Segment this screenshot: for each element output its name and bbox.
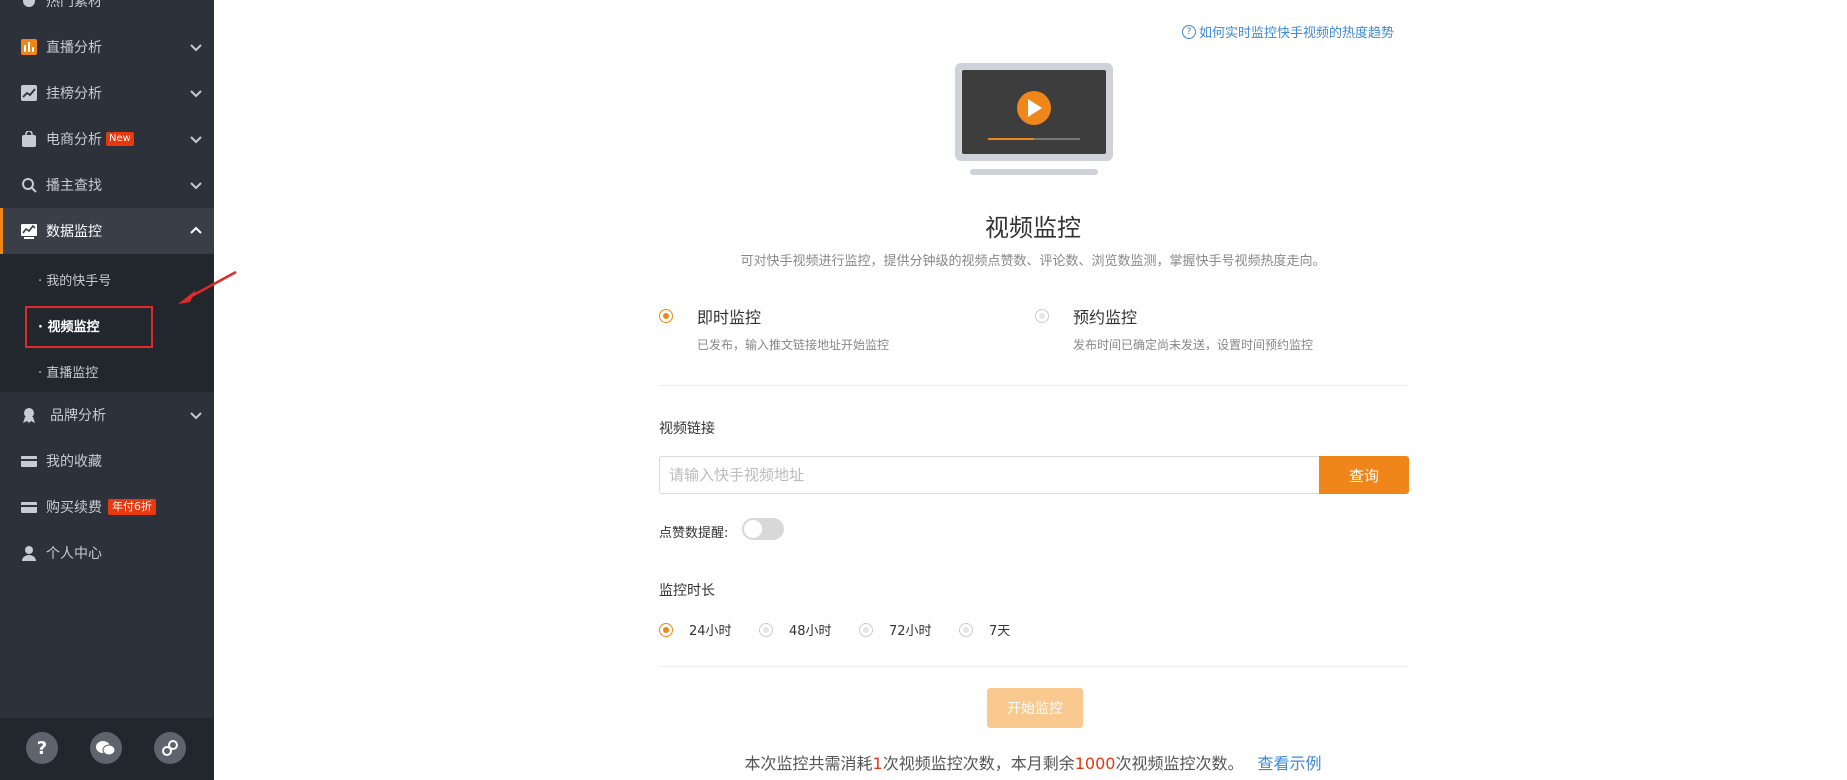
chevron-down-icon [190,44,202,52]
submenu-item-my-kuaishou[interactable]: · 我的快手号 [38,270,111,289]
duration-radio[interactable] [859,622,873,637]
sidebar-item-label: 直播分析 [46,40,102,56]
view-example-link[interactable]: 查看示例 [1257,754,1321,773]
sidebar-item-streamer-search[interactable]: 播主查找 [0,162,214,208]
usage-note-text: 本次监控共需消耗 [744,754,873,773]
mode-instant-subtitle: 已发布，输入推文链接地址开始监控 [697,338,890,352]
question-icon: ? [1182,24,1196,39]
sidebar-item-brand-analysis[interactable]: 品牌分析 [0,392,214,438]
usage-note-text: 次视频监控次数，本月剩余 [882,754,1075,773]
card-icon [20,452,38,470]
user-icon [20,544,38,562]
duration-label: 监控时长 [659,583,715,599]
mode-scheduled-radio[interactable] [1035,309,1049,323]
sidebar-item-purchase[interactable]: 购买续费 年付6折 [0,484,214,530]
shopping-bag-icon [20,130,38,148]
sidebar-item-rank-analysis[interactable]: 挂榜分析 [0,70,214,116]
sidebar-item-label: 电商分析 [46,132,102,148]
usage-cost: 1 [872,754,883,773]
duration-radio[interactable] [759,622,773,637]
discount-badge: 年付6折 [108,499,156,515]
search-icon [20,176,38,194]
sidebar-item-label: 挂榜分析 [46,86,102,102]
new-badge: New [106,132,134,146]
sidebar-item-label: 热门素材 [46,0,102,10]
medal-icon [20,406,38,424]
duration-option-72h[interactable]: 72小时 [859,620,932,639]
mode-instant-radio[interactable] [659,309,673,323]
help-link[interactable]: ? 如何实时监控快手视频的热度趋势 [1182,22,1394,41]
divider [659,385,1409,386]
help-link-text: 如何实时监控快手视频的热度趋势 [1199,26,1395,41]
mode-scheduled-subtitle: 发布时间已确定尚未发送，设置时间预约监控 [1073,338,1314,352]
mode-instant[interactable]: 即时监控 已发布，输入推文链接地址开始监控 [659,304,889,353]
usage-remaining: 1000 [1074,754,1116,773]
query-button[interactable]: 查询 [1319,456,1409,494]
sidebar-item-profile[interactable]: 个人中心 [0,530,214,576]
sidebar: 热门素材 直播分析 挂榜分析 电商分析 New 播主查找 数据监控 · 我的快手… [0,0,214,780]
chevron-down-icon [190,182,202,190]
duration-radio[interactable] [659,622,673,637]
start-monitor-button[interactable]: 开始监控 [987,688,1083,728]
sidebar-item-label: 品牌分析 [50,408,106,424]
sidebar-item-label: 我的收藏 [46,454,102,470]
duration-option-label: 24小时 [689,624,732,639]
annotation-arrow-icon [178,270,237,304]
like-reminder-label: 点赞数提醒: [659,526,729,541]
duration-option-7d[interactable]: 7天 [959,620,1010,639]
submenu-item-live-monitor[interactable]: · 直播监控 [38,362,98,381]
duration-option-label: 48小时 [789,624,832,639]
bar-chart-icon [20,38,38,56]
mode-scheduled-title: 预约监控 [1073,308,1138,327]
video-link-label: 视频链接 [659,421,715,437]
usage-note: 本次监控共需消耗1次视频监控次数，本月剩余1000次视频监控次数。 查看示例 [0,750,1847,774]
sidebar-item-live-analysis[interactable]: 直播分析 [0,24,214,70]
chevron-down-icon [190,90,202,98]
divider [659,666,1409,667]
video-laptop-icon [955,63,1113,175]
sidebar-item-hot-material[interactable]: 热门素材 [0,0,214,24]
circle-icon [20,0,38,10]
usage-note-text: 次视频监控次数。 [1115,754,1244,773]
duration-option-label: 72小时 [889,624,932,639]
sidebar-item-label: 播主查找 [46,178,102,194]
trend-icon [20,84,38,102]
mode-instant-title: 即时监控 [697,308,762,327]
page-title: 视频监控 [985,214,1081,242]
annotation-highlight-box [25,306,153,348]
sidebar-item-label: 个人中心 [46,546,102,562]
duration-option-24h[interactable]: 24小时 [659,620,732,639]
mode-scheduled[interactable]: 预约监控 发布时间已确定尚未发送，设置时间预约监控 [1035,304,1313,353]
payment-card-icon [20,498,38,516]
sidebar-item-label: 购买续费 [46,500,102,516]
like-reminder-toggle[interactable] [742,518,784,540]
sidebar-item-favorites[interactable]: 我的收藏 [0,438,214,484]
duration-radio[interactable] [959,622,973,637]
duration-option-label: 7天 [989,624,1011,639]
chevron-down-icon [190,412,202,420]
page-description: 可对快手视频进行监控，提供分钟级的视频点赞数、评论数、浏览数监测，掌握快手号视频… [740,254,1326,269]
video-url-input[interactable] [659,456,1319,494]
sidebar-item-ecommerce-analysis[interactable]: 电商分析 New [0,116,214,162]
duration-option-48h[interactable]: 48小时 [759,620,832,639]
chevron-down-icon [190,136,202,144]
